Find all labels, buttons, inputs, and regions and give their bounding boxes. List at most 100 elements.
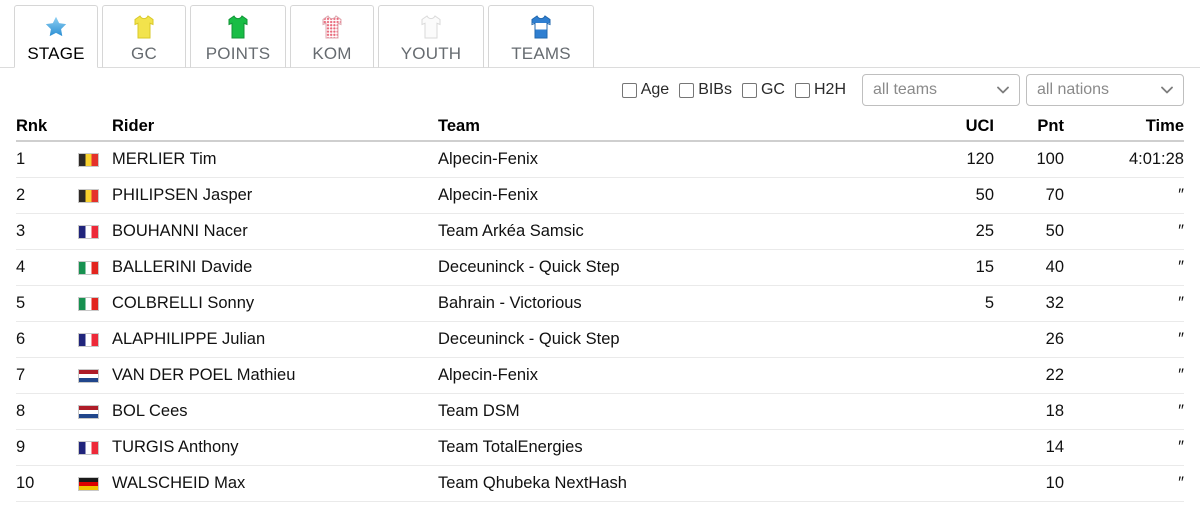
- cell-uci-points: 50: [975, 186, 994, 204]
- star-icon: [43, 13, 69, 41]
- blue-jersey-icon: [529, 13, 553, 41]
- cell-team-name[interactable]: Alpecin-Fenix: [438, 366, 908, 385]
- cell-rider-name[interactable]: VAN DER POEL Mathieu: [112, 366, 438, 385]
- cell-time: ″: [1178, 402, 1184, 420]
- cell-time: ″: [1178, 366, 1184, 384]
- flag-icon-be: [78, 152, 99, 167]
- white-jersey-icon: [419, 13, 443, 41]
- column-header-pnt[interactable]: Pnt: [994, 117, 1064, 136]
- flag-icon-fr: [78, 332, 99, 347]
- cell-team-name[interactable]: Team Arkéa Samsic: [438, 222, 908, 241]
- filter-bar: Age BIBs GC H2H all teams all nations: [0, 68, 1200, 112]
- cell-team-name[interactable]: Deceuninck - Quick Step: [438, 258, 908, 277]
- flag-icon-fr: [78, 224, 99, 239]
- tab-teams[interactable]: TEAMS: [488, 5, 594, 68]
- cell-time: ″: [1178, 294, 1184, 312]
- table-body: 1 MERLIER Tim Alpecin-Fenix 120 100 4:01:28 2 P…: [16, 142, 1184, 502]
- table-row[interactable]: 4 BALLERINI Davide Deceuninck - Quick Step…: [16, 250, 1184, 286]
- filter-checkbox-gc[interactable]: GC: [741, 81, 785, 99]
- cell-rider-name[interactable]: COLBRELLI Sonny: [112, 294, 438, 313]
- cell-team-name[interactable]: Team Qhubeka NextHash: [438, 474, 908, 493]
- cell-team-name[interactable]: Team DSM: [438, 402, 908, 421]
- cell-uci-points: 15: [975, 258, 994, 276]
- cell-points: 32: [1045, 294, 1064, 312]
- cell-time: ″: [1178, 258, 1184, 276]
- table-row[interactable]: 9 TURGIS Anthony Team TotalEnergies 14 ″: [16, 430, 1184, 466]
- flag-icon-nl: [78, 368, 99, 383]
- checkbox-box-age[interactable]: [621, 82, 637, 98]
- cell-flag: [78, 476, 112, 491]
- cell-flag: [78, 332, 112, 347]
- cell-flag: [78, 368, 112, 383]
- flag-icon-fr: [78, 440, 99, 455]
- cell-rider-name[interactable]: MERLIER Tim: [112, 150, 438, 169]
- nation-filter-select[interactable]: all nations: [1026, 74, 1184, 106]
- column-header-uci[interactable]: UCI: [908, 117, 994, 136]
- cell-points: 40: [1045, 258, 1064, 276]
- column-header-rider[interactable]: Rider: [112, 117, 438, 136]
- checkbox-box-h2h[interactable]: [794, 82, 810, 98]
- checkbox-box-bibs[interactable]: [679, 82, 695, 98]
- cell-team-name[interactable]: Deceuninck - Quick Step: [438, 330, 908, 349]
- cell-rank: 8: [16, 402, 26, 420]
- cell-points: 50: [1045, 222, 1064, 240]
- yellow-jersey-icon: [132, 13, 156, 41]
- tab-gc[interactable]: GC: [102, 5, 186, 68]
- table-row[interactable]: 2 PHILIPSEN Jasper Alpecin-Fenix 50 70 ″: [16, 178, 1184, 214]
- cell-points: 26: [1045, 330, 1064, 348]
- cell-team-name[interactable]: Alpecin-Fenix: [438, 150, 908, 169]
- table-row[interactable]: 8 BOL Cees Team DSM 18 ″: [16, 394, 1184, 430]
- green-jersey-icon: [226, 13, 250, 41]
- cell-rank: 1: [16, 150, 26, 168]
- filter-checkbox-age[interactable]: Age: [621, 81, 669, 99]
- column-header-time[interactable]: Time: [1064, 117, 1184, 136]
- tab-stage-label: STAGE: [27, 44, 85, 63]
- team-filter-select[interactable]: all teams: [862, 74, 1020, 106]
- table-row[interactable]: 6 ALAPHILIPPE Julian Deceuninck - Quick St…: [16, 322, 1184, 358]
- tab-stage[interactable]: STAGE: [14, 5, 98, 68]
- cell-rider-name[interactable]: TURGIS Anthony: [112, 438, 438, 457]
- tab-points-label: POINTS: [205, 44, 271, 63]
- cell-rank: 3: [16, 222, 26, 240]
- cell-points: 10: [1045, 474, 1064, 492]
- cell-rider-name[interactable]: BOL Cees: [112, 402, 438, 421]
- cell-team-name[interactable]: Alpecin-Fenix: [438, 186, 908, 205]
- flag-icon-it: [78, 260, 99, 275]
- table-row[interactable]: 1 MERLIER Tim Alpecin-Fenix 120 100 4:01:28: [16, 142, 1184, 178]
- cell-points: 14: [1045, 438, 1064, 456]
- cell-rider-name[interactable]: PHILIPSEN Jasper: [112, 186, 438, 205]
- cell-rider-name[interactable]: ALAPHILIPPE Julian: [112, 330, 438, 349]
- cell-rider-name[interactable]: BALLERINI Davide: [112, 258, 438, 277]
- cell-team-name[interactable]: Team TotalEnergies: [438, 438, 908, 457]
- filter-label-gc: GC: [760, 81, 785, 98]
- cell-rider-name[interactable]: WALSCHEID Max: [112, 474, 438, 493]
- table-header-row: Rnk Rider Team UCI Pnt Time: [16, 112, 1184, 142]
- table-row[interactable]: 7 VAN DER POEL Mathieu Alpecin-Fenix 22 ″: [16, 358, 1184, 394]
- cell-team-name[interactable]: Bahrain - Victorious: [438, 294, 908, 313]
- column-header-team[interactable]: Team: [438, 117, 908, 136]
- cell-rank: 2: [16, 186, 26, 204]
- cell-time: ″: [1178, 222, 1184, 240]
- filter-checkbox-h2h[interactable]: H2H: [794, 81, 846, 99]
- column-header-rnk[interactable]: Rnk: [16, 117, 78, 136]
- table-row[interactable]: 5 COLBRELLI Sonny Bahrain - Victorious 5 32 ″: [16, 286, 1184, 322]
- cell-flag: [78, 440, 112, 455]
- cell-flag: [78, 152, 112, 167]
- tab-kom[interactable]: KOM: [290, 5, 374, 68]
- tab-youth-label: YOUTH: [400, 44, 462, 63]
- tab-points[interactable]: POINTS: [190, 5, 286, 68]
- checkbox-box-gc[interactable]: [741, 82, 757, 98]
- filter-checkbox-bibs[interactable]: BIBs: [679, 81, 732, 99]
- results-table: Rnk Rider Team UCI Pnt Time 1 MERLIER Tim…: [0, 112, 1200, 502]
- flag-icon-nl: [78, 404, 99, 419]
- table-row[interactable]: 10 WALSCHEID Max Team Qhubeka NextHash 10 ″: [16, 466, 1184, 502]
- cell-points: 18: [1045, 402, 1064, 420]
- cell-time: 4:01:28: [1128, 150, 1184, 168]
- cell-rider-name[interactable]: BOUHANNI Nacer: [112, 222, 438, 241]
- polkadot-jersey-icon: [320, 13, 344, 41]
- cell-uci-points: 120: [966, 150, 994, 168]
- tab-youth[interactable]: YOUTH: [378, 5, 484, 68]
- table-row[interactable]: 3 BOUHANNI Nacer Team Arkéa Samsic 25 50 ″: [16, 214, 1184, 250]
- cell-rank: 6: [16, 330, 26, 348]
- team-filter-value: all teams: [873, 81, 938, 98]
